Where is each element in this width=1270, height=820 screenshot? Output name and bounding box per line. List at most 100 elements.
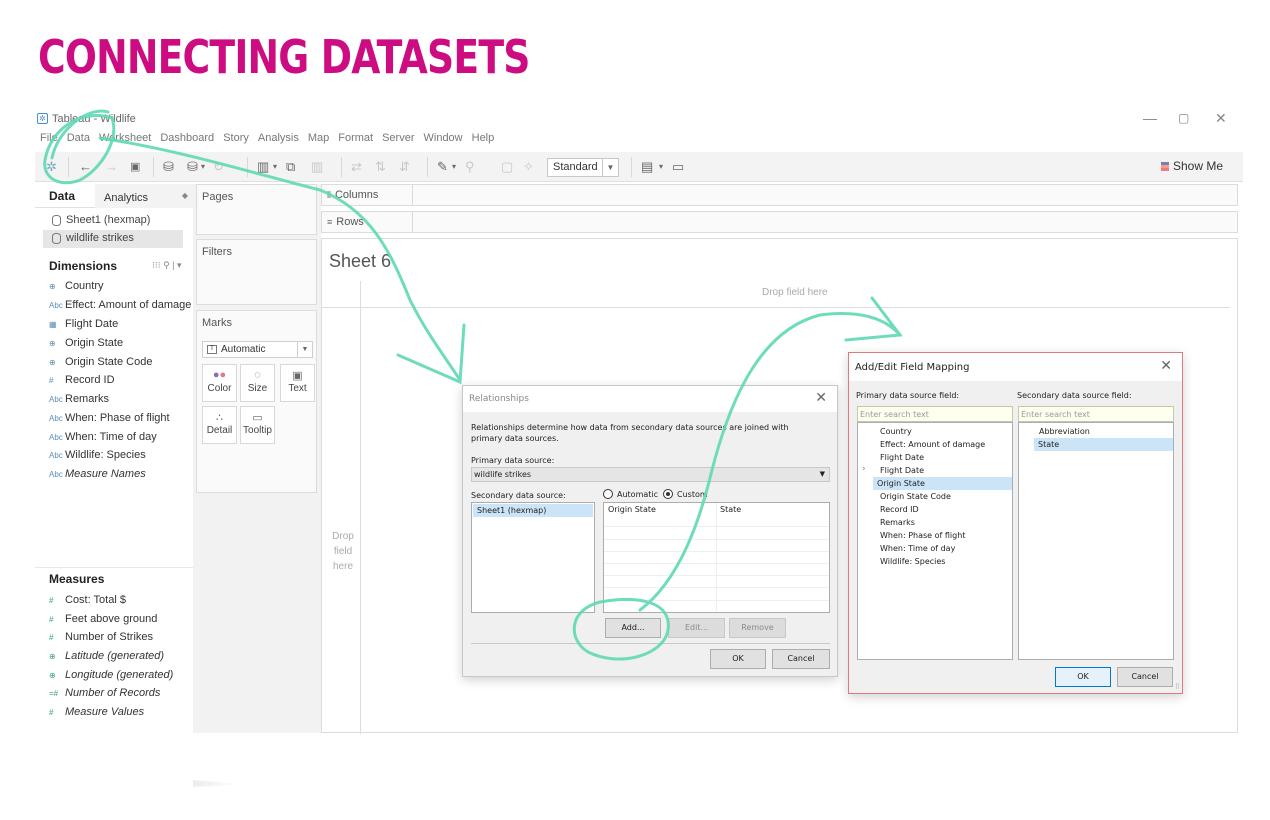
ok-button[interactable]: OK	[1055, 667, 1111, 687]
save-icon[interactable]: ▣	[130, 160, 140, 173]
dropdown-icon[interactable]: ▾	[659, 162, 663, 171]
dimension-field[interactable]: # Record ID	[49, 374, 115, 392]
group-icon[interactable]: ⚲	[465, 159, 475, 175]
list-item[interactable]: Flight Date	[876, 451, 924, 464]
dimension-field[interactable]: ⊕ Country	[49, 280, 104, 298]
swap-icon[interactable]: ⇄	[351, 159, 362, 175]
dimension-field[interactable]: Abc Wildlife: Species	[49, 449, 146, 467]
color-button[interactable]: ●● Color	[202, 364, 237, 402]
dimension-field[interactable]: ▦ Flight Date	[49, 318, 118, 336]
list-item[interactable]: Record ID	[876, 503, 919, 516]
menu-help[interactable]: Help	[472, 132, 495, 150]
primary-source-select[interactable]: wildlife strikes ▼	[471, 467, 830, 482]
rows-shelf[interactable]: ≡ Rows	[321, 211, 1238, 233]
new-worksheet-icon[interactable]: ▥	[257, 159, 269, 175]
show-me-button[interactable]: Show Me	[1160, 159, 1223, 173]
measure-field[interactable]: # Feet above ground	[49, 613, 157, 631]
new-data-source-icon[interactable]: ⛁	[163, 159, 174, 175]
rows-drop-zone[interactable]: Drop field here	[330, 529, 356, 574]
data-source-item[interactable]: Sheet1 (hexmap)	[43, 212, 183, 230]
fit-select[interactable]: Standard ▼	[547, 158, 619, 177]
pages-card[interactable]: Pages	[196, 184, 317, 235]
menu-data[interactable]: Data	[67, 132, 90, 150]
list-item[interactable]: When: Time of day	[876, 542, 955, 555]
pane-menu-icon[interactable]: ◆	[182, 191, 188, 200]
dimension-field[interactable]: ⊕ Origin State	[49, 337, 123, 355]
list-item[interactable]: Origin State Code	[876, 490, 951, 503]
menu-worksheet[interactable]: Worksheet	[99, 132, 151, 150]
data-source-item[interactable]: wildlife strikes	[43, 230, 183, 248]
show-labels-icon[interactable]: ▢	[501, 159, 513, 175]
radio-custom[interactable]: Custom	[663, 489, 708, 499]
dimension-field[interactable]: Abc Measure Names	[49, 468, 146, 486]
minimize-button[interactable]: —	[1143, 110, 1157, 126]
filters-card[interactable]: Filters	[196, 239, 317, 305]
measure-field[interactable]: =# Number of Records	[49, 687, 160, 705]
close-icon[interactable]: ✕	[1160, 358, 1172, 374]
tableau-home-icon[interactable]: ✲	[46, 159, 57, 175]
cancel-button[interactable]: Cancel	[772, 649, 830, 669]
tooltip-button[interactable]: ▭ Tooltip	[240, 406, 275, 444]
secondary-field-list[interactable]: Abbreviation State	[1018, 422, 1174, 660]
menu-format[interactable]: Format	[338, 132, 373, 150]
radio-automatic[interactable]: Automatic	[603, 489, 658, 499]
menu-file[interactable]: File	[40, 132, 58, 150]
list-item[interactable]: Sheet1 (hexmap)	[473, 504, 593, 517]
list-item[interactable]: Remarks	[876, 516, 915, 529]
add-button[interactable]: Add...	[605, 618, 661, 638]
secondary-source-list[interactable]: Sheet1 (hexmap)	[471, 502, 595, 613]
show-cards-icon[interactable]: ▤	[641, 159, 653, 175]
close-button[interactable]: ✕	[1215, 110, 1227, 127]
detail-button[interactable]: ∴ Detail	[202, 406, 237, 444]
menu-map[interactable]: Map	[308, 132, 329, 150]
mark-type-select[interactable]: T Automatic ▼	[202, 341, 313, 358]
edit-button[interactable]: Edit...	[668, 618, 725, 638]
list-item[interactable]: Flight Date	[876, 464, 924, 477]
dimension-field[interactable]: Abc Remarks	[49, 393, 109, 411]
menu-analysis[interactable]: Analysis	[258, 132, 299, 150]
measure-field[interactable]: # Measure Values	[49, 706, 144, 724]
list-item-selected[interactable]: Origin State	[873, 477, 1012, 490]
undo-icon[interactable]: ←	[79, 159, 92, 174]
primary-search-input[interactable]: Enter search text	[857, 406, 1013, 422]
tab-data[interactable]: Data	[49, 189, 75, 203]
remove-button[interactable]: Remove	[729, 618, 786, 638]
menu-server[interactable]: Server	[382, 132, 414, 150]
sort-ascending-icon[interactable]: ⇅	[375, 159, 386, 175]
dropdown-icon[interactable]: ▾	[273, 162, 277, 171]
text-button[interactable]: ▣ Text	[280, 364, 315, 402]
ok-button[interactable]: OK	[710, 649, 766, 669]
list-item[interactable]: Wildlife: Species	[876, 555, 945, 568]
tab-analytics[interactable]: Analytics ◆	[95, 184, 193, 208]
list-item[interactable]: Effect: Amount of damage	[876, 438, 985, 451]
pause-updates-icon[interactable]: ⛁	[187, 159, 198, 175]
maximize-button[interactable]: ▢	[1178, 111, 1189, 125]
highlight-icon[interactable]: ✎	[437, 159, 448, 175]
list-item-selected[interactable]: State	[1034, 438, 1173, 451]
columns-drop-zone[interactable]: Drop field here	[762, 287, 828, 298]
size-button[interactable]: ◌ Size	[240, 364, 275, 402]
columns-shelf[interactable]: ⦀ Columns	[321, 184, 1238, 206]
sort-descending-icon[interactable]: ⇵	[399, 159, 410, 175]
dropdown-icon[interactable]: ▾	[452, 162, 456, 171]
cancel-button[interactable]: Cancel	[1117, 667, 1173, 687]
resize-grip-icon[interactable]: ⠿	[1175, 683, 1180, 691]
duplicate-sheet-icon[interactable]: ⧉	[286, 159, 295, 175]
field-mapping-grid[interactable]: Origin State State	[603, 502, 830, 613]
dimension-field[interactable]: ⊕ Origin State Code	[49, 356, 152, 374]
measure-field[interactable]: # Cost: Total $	[49, 594, 126, 612]
dimension-field[interactable]: Abc When: Time of day	[49, 431, 157, 449]
sheet-title[interactable]: Sheet 6	[329, 251, 391, 272]
measure-field[interactable]: # Number of Strikes	[49, 631, 153, 649]
dimensions-tools[interactable]: ⁝⁝⁝ ⚲ | ▾	[152, 260, 182, 271]
menu-window[interactable]: Window	[424, 132, 463, 150]
list-item[interactable]: Abbreviation	[1035, 425, 1090, 438]
fix-axes-icon[interactable]: ✧	[523, 159, 534, 175]
primary-field-list[interactable]: Country Effect: Amount of damage Flight …	[857, 422, 1013, 660]
secondary-search-input[interactable]: Enter search text	[1018, 406, 1174, 422]
presentation-mode-icon[interactable]: ▭	[672, 159, 684, 175]
clear-sheet-icon[interactable]: ▥	[311, 159, 323, 175]
close-icon[interactable]: ✕	[815, 390, 827, 406]
measure-field[interactable]: ⊕ Longitude (generated)	[49, 669, 173, 687]
menu-dashboard[interactable]: Dashboard	[160, 132, 214, 150]
